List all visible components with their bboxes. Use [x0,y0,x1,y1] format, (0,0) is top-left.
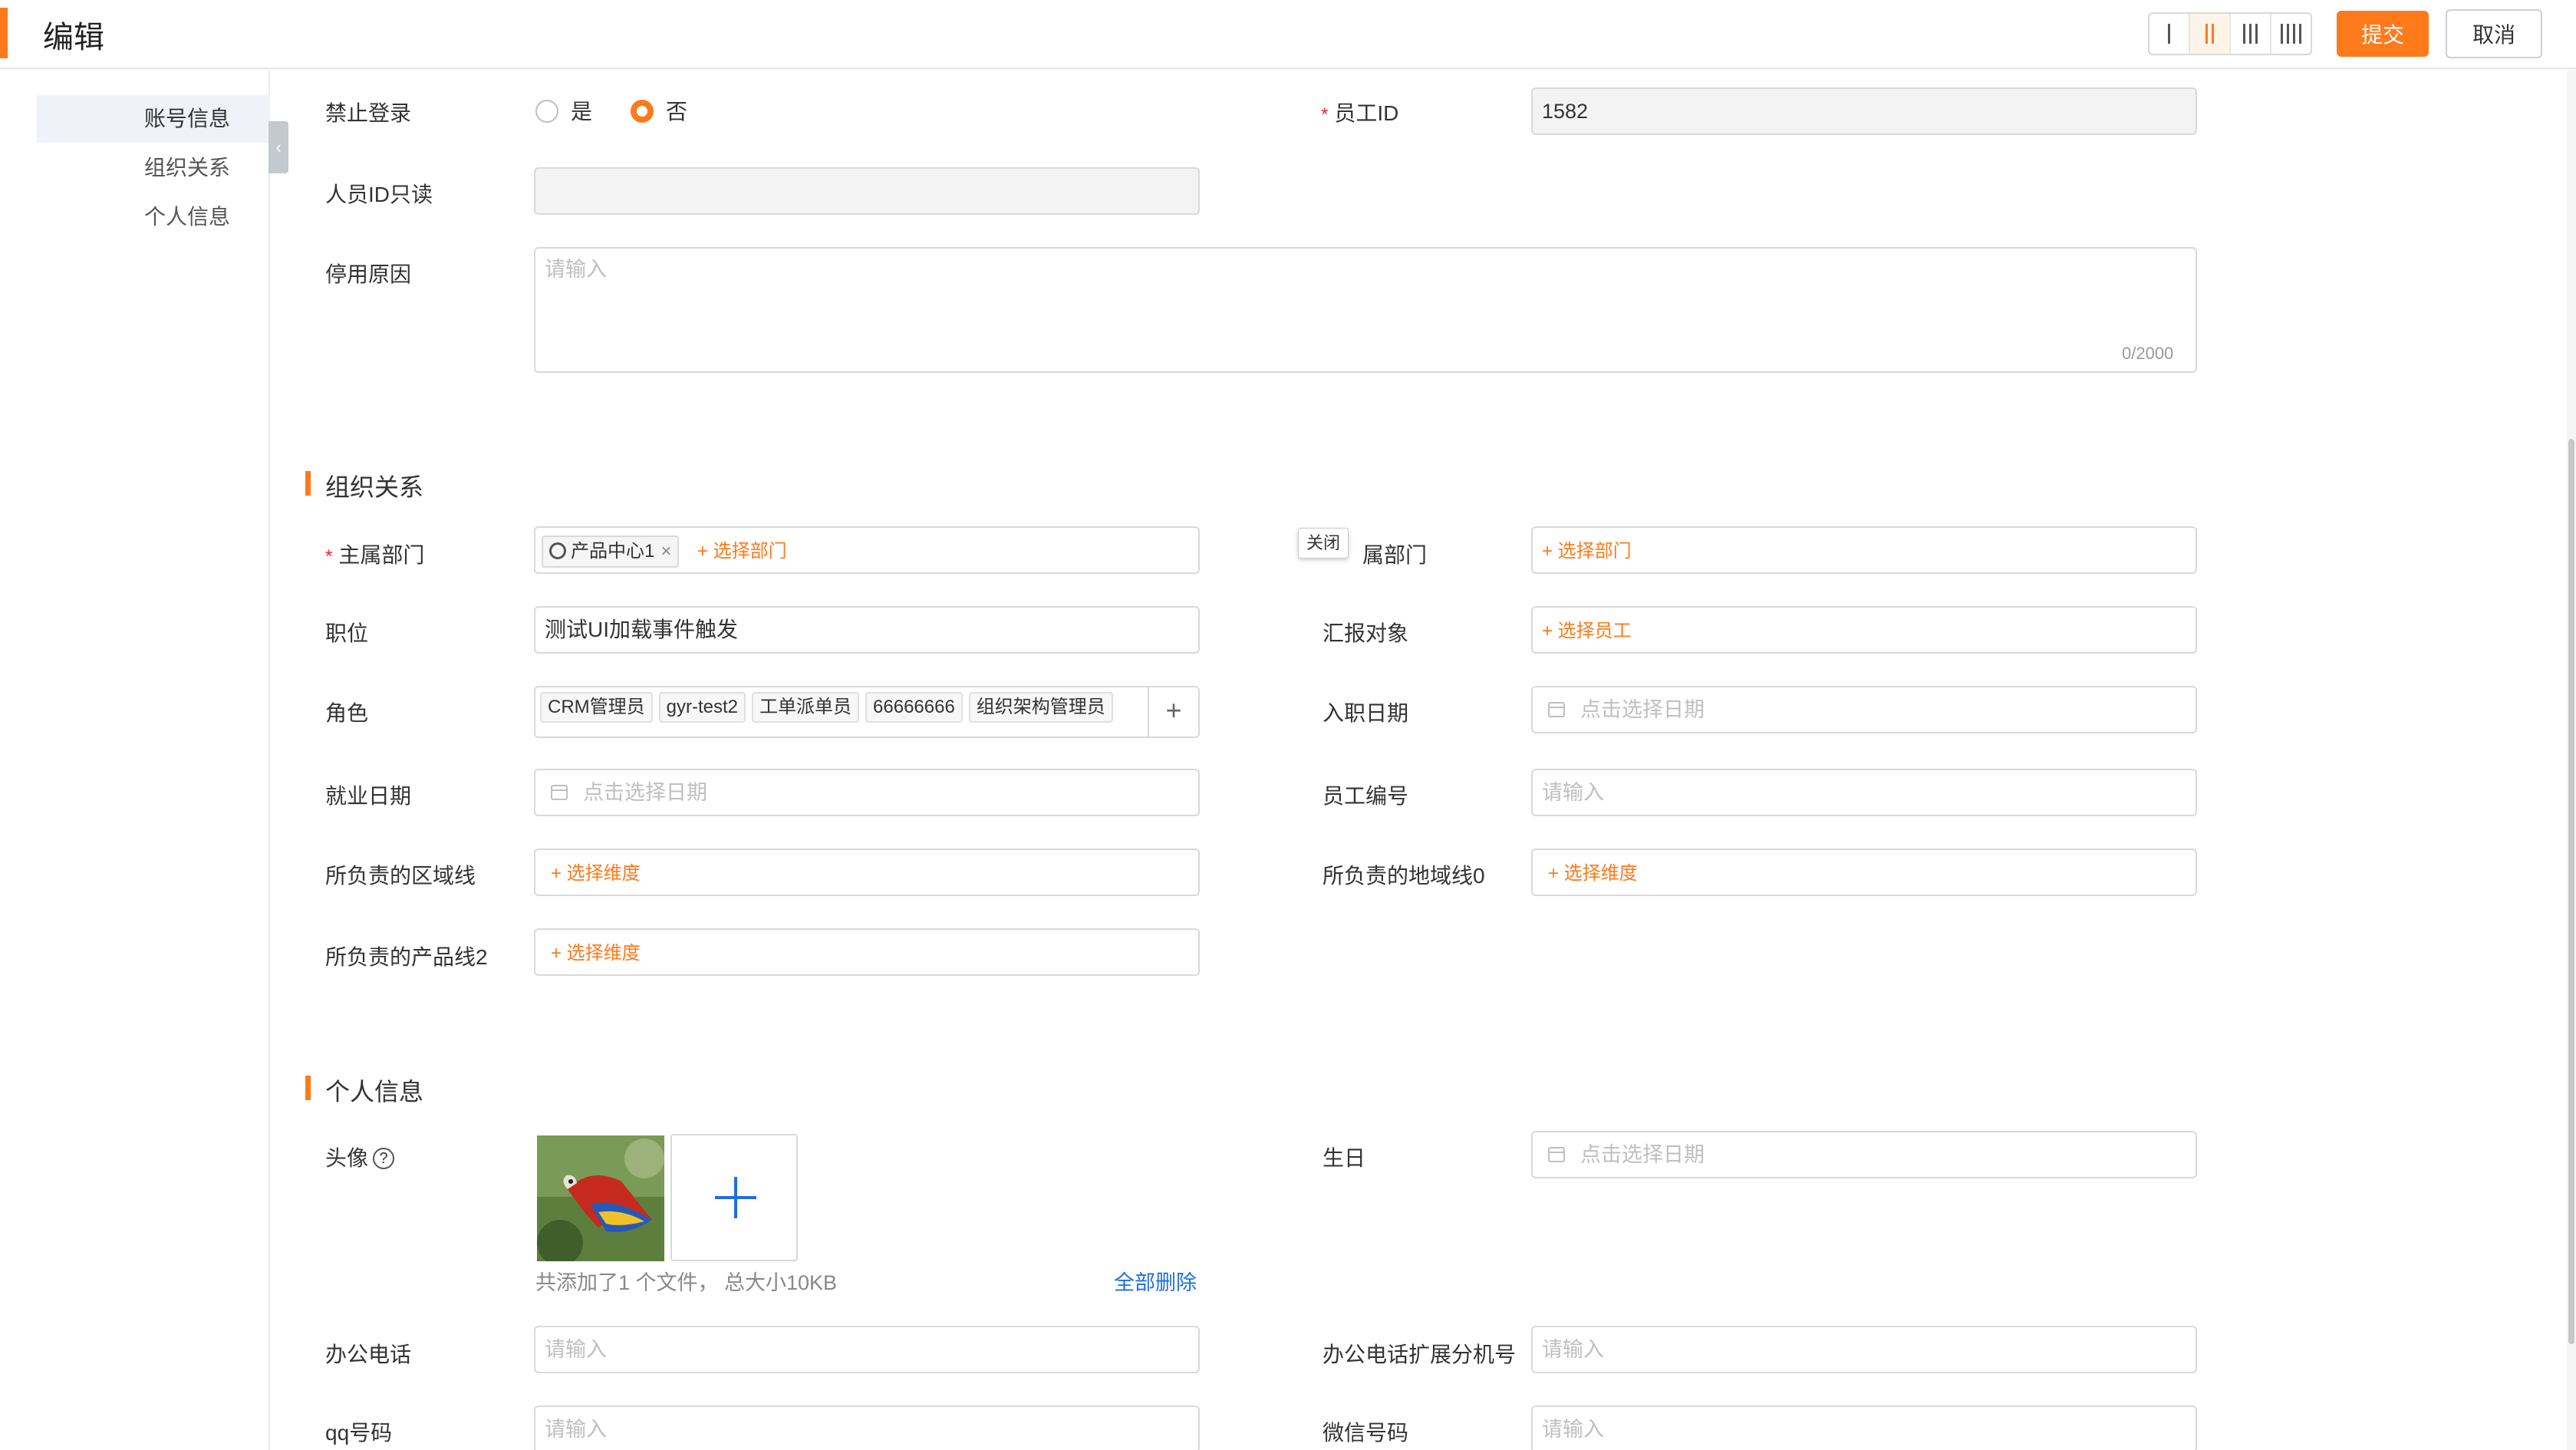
main-dept-field[interactable]: 产品中心1 × + 选择部门 [534,526,1200,574]
role-label: 角色 [325,701,369,725]
office-ext-label: 办公电话扩展分机号 [1323,1343,1517,1366]
hire-date-label: 入职日期 [1323,701,1409,725]
page-scrollbar[interactable] [2567,71,2576,1450]
role-tag: 组织架构管理员 [968,692,1113,723]
file-info-text: 共添加了1 个文件， 总大小10KB [535,1271,838,1294]
person-id-readonly-field[interactable] [534,167,1200,215]
plus-icon: + [1165,694,1182,726]
radio-unchecked-icon [535,99,558,123]
personal-section-title: 个人信息 [305,1073,423,1108]
section-nav-sidebar: 账号信息 组织关系 个人信息 [0,71,270,1450]
main-dept-label: * 主属部门 [325,543,425,567]
region-line-label: 所负责的区域线 [325,864,476,888]
role-tag: 66666666 [865,692,963,723]
sidebar-item-org-relation[interactable]: 组织关系 [37,144,270,192]
ban-login-radio-no[interactable]: 否 [631,95,687,126]
layout-three-column-button[interactable] [2231,14,2271,54]
sidebar-collapse-toggle[interactable]: ‹ [268,121,288,173]
select-dimension-link[interactable]: + 选择维度 [1548,863,1638,884]
birthday-label: 生日 [1323,1146,1366,1170]
qq-field[interactable]: 请输入 [534,1406,1200,1450]
add-role-button[interactable]: + [1148,686,1198,737]
calendar-icon [1548,701,1565,717]
title-accent-bar [0,8,8,58]
role-field[interactable]: CRM管理员 gyr-test2 工单派单员 66666666 组织架构管理员 [534,686,1200,738]
select-dimension-link[interactable]: + 选择维度 [551,863,641,884]
role-tag: gyr-test2 [658,692,746,723]
layout-four-column-button[interactable] [2271,14,2311,54]
close-tooltip: 关闭 [1298,528,1349,559]
parrot-photo [537,1135,664,1261]
delete-all-link[interactable]: 全部删除 [1114,1266,1197,1296]
layout-one-column-button[interactable] [2149,14,2190,54]
four-column-icon [2281,24,2301,44]
cancel-button[interactable]: 取消 [2446,9,2542,58]
page-title: 编辑 [43,21,104,54]
sidebar-item-account-info[interactable]: 账号信息 [37,95,270,143]
office-phone-label: 办公电话 [325,1343,412,1366]
disable-reason-label: 停用原因 [325,262,412,286]
person-id-readonly-label: 人员ID只读 [325,183,433,206]
report-to-field[interactable]: + 选择员工 [1531,606,2197,654]
employment-date-picker[interactable]: 点击选择日期 [534,769,1200,816]
required-marker: * [1321,104,1329,125]
column-layout-switch [2148,12,2312,55]
region-line-field[interactable]: + 选择维度 [534,849,1200,896]
office-ext-field[interactable]: 请输入 [1531,1326,2197,1373]
product-line-label: 所负责的产品线2 [325,945,488,969]
area-line-label: 所负责的地域线0 [1323,864,1485,888]
org-section-title: 组织关系 [305,468,423,503]
avatar-thumbnail[interactable] [537,1135,664,1261]
dept-tag: 产品中心1 × [542,535,680,568]
disable-reason-textarea[interactable]: 请输入 [534,247,2197,373]
help-icon[interactable]: ? [373,1147,395,1169]
avatar-label: 头像? [325,1142,395,1172]
report-to-label: 汇报对象 [1323,621,1409,645]
three-column-icon [2243,24,2258,44]
other-dept-field[interactable]: + 选择部门 [1531,526,2197,574]
tag-close-icon[interactable]: × [660,541,671,562]
position-label: 职位 [325,621,369,645]
wechat-label: 微信号码 [1323,1421,1409,1445]
char-counter: 0/2000 [2122,344,2174,363]
ban-login-label: 禁止登录 [325,101,412,125]
sidebar-item-personal-info[interactable]: 个人信息 [37,193,270,241]
ban-login-radio-yes[interactable]: 是 [535,95,592,126]
submit-button[interactable]: 提交 [2337,11,2429,57]
select-dept-link[interactable]: + 选择部门 [1542,541,1632,562]
employee-id-label: * 员工ID [1321,101,1399,125]
wechat-field[interactable]: 请输入 [1531,1406,2197,1450]
radio-checked-icon [631,99,654,123]
position-field[interactable]: 测试UI加载事件触发 [534,606,1200,654]
role-tag: 工单派单员 [752,692,860,723]
chevron-left-icon: ‹ [275,137,282,157]
birthday-picker[interactable]: 点击选择日期 [1531,1131,2197,1178]
other-dept-label: 属部门 [1362,543,1428,567]
area-line-field[interactable]: + 选择维度 [1531,849,2197,896]
page-header: 编辑 提交 取消 [0,0,2576,69]
select-dept-link[interactable]: + 选择部门 [697,541,787,562]
layout-two-column-button[interactable] [2190,14,2231,54]
required-marker: * [325,546,333,567]
select-employee-link[interactable]: + 选择员工 [1542,621,1632,641]
employee-no-label: 员工编号 [1323,784,1409,808]
upload-add-button[interactable] [670,1134,798,1261]
single-column-icon [2168,24,2170,44]
two-column-icon [2205,24,2214,44]
hire-date-picker[interactable]: 点击选择日期 [1531,686,2197,733]
scrollbar-thumb[interactable] [2568,439,2574,1344]
calendar-icon [551,784,568,800]
employee-no-field[interactable]: 请输入 [1531,769,2197,816]
employment-date-label: 就业日期 [325,784,412,808]
org-node-icon [549,542,566,559]
qq-label: qq号码 [325,1421,393,1445]
employee-id-field[interactable]: 1582 [1531,87,2197,135]
calendar-icon [1548,1146,1565,1162]
select-dimension-link[interactable]: + 选择维度 [551,943,641,964]
product-line-field[interactable]: + 选择维度 [534,928,1200,976]
office-phone-field[interactable]: 请输入 [534,1326,1200,1373]
role-tag: CRM管理员 [540,692,653,723]
